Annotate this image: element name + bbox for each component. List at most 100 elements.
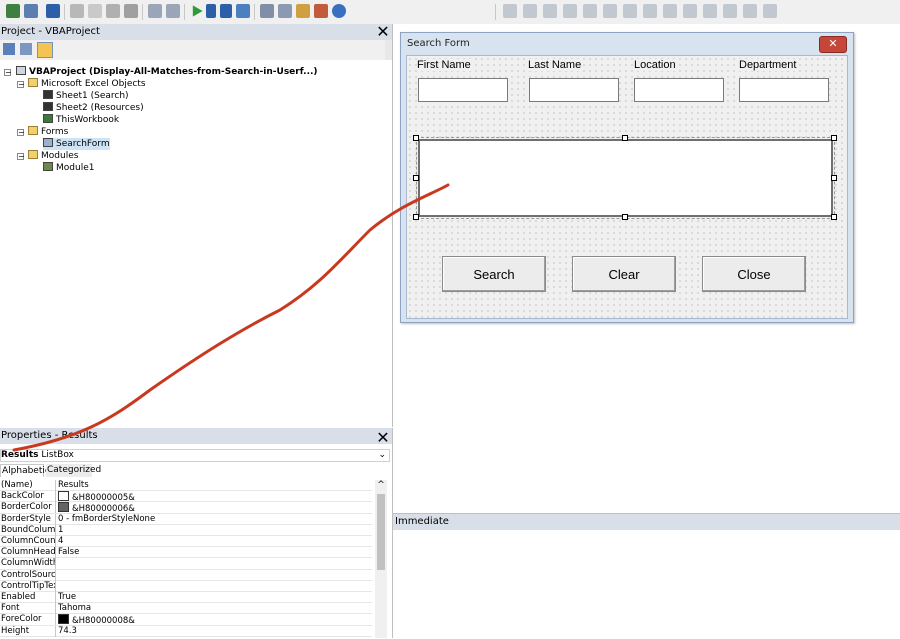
resize-handle[interactable] <box>831 135 837 141</box>
property-row[interactable]: (Name) Results <box>0 480 372 492</box>
property-value-text: 1 <box>58 524 64 535</box>
edit-toolbar-icon[interactable] <box>543 4 557 18</box>
properties-window-icon[interactable] <box>278 4 292 18</box>
property-value[interactable]: 74.3 <box>58 626 77 637</box>
tab-alphabetic[interactable]: Alphabetic <box>0 464 50 477</box>
edit-toolbar-icon[interactable] <box>523 4 537 18</box>
property-row[interactable]: BorderColor &H80000006& <box>0 502 372 514</box>
property-row[interactable]: ControlTipText <box>0 580 372 592</box>
view-excel-icon[interactable] <box>6 4 20 18</box>
edit-toolbar-icon[interactable] <box>503 4 517 18</box>
collapse-icon[interactable]: − <box>17 81 25 89</box>
property-value[interactable]: 1 <box>58 525 63 536</box>
property-row[interactable]: ControlSource <box>0 569 372 581</box>
view-object-icon[interactable] <box>20 43 32 55</box>
property-row[interactable]: ForeColor &H80000008& <box>0 614 372 626</box>
find-icon[interactable] <box>124 4 138 18</box>
property-row[interactable]: Enabled True <box>0 592 372 604</box>
paste-icon[interactable] <box>106 4 120 18</box>
tree-item-searchform[interactable]: SearchForm <box>43 138 110 150</box>
property-row[interactable]: ColumnCount 4 <box>0 536 372 548</box>
scrollbar[interactable]: ^ <box>375 480 387 638</box>
tree-item-thisworkbook[interactable]: ThisWorkbook <box>43 114 119 126</box>
tree-item-excel-objects[interactable]: Microsoft Excel Objects <box>28 78 146 90</box>
location-field[interactable] <box>634 78 724 102</box>
scrollbar-thumb[interactable] <box>377 494 385 570</box>
edit-toolbar-icon[interactable] <box>563 4 577 18</box>
tab-categorized[interactable]: Categorized <box>46 464 101 477</box>
cut-icon[interactable] <box>70 4 84 18</box>
property-row[interactable]: ColumnHeads False <box>0 547 372 559</box>
property-value[interactable]: Results <box>58 480 89 491</box>
property-row[interactable]: BackColor &H80000005& <box>0 491 372 503</box>
close-icon[interactable]: ✕ <box>376 24 390 40</box>
run-icon[interactable] <box>192 5 203 17</box>
outdent-icon[interactable] <box>623 4 637 18</box>
property-row[interactable]: BoundColumn 1 <box>0 524 372 536</box>
object-browser-icon[interactable] <box>296 4 310 18</box>
last-name-field[interactable] <box>529 78 619 102</box>
break-icon[interactable] <box>206 4 216 18</box>
property-value[interactable]: 4 <box>58 536 63 547</box>
reset-icon[interactable] <box>220 4 232 18</box>
property-row[interactable]: Height 74.3 <box>0 625 372 637</box>
edit-toolbar-icon[interactable] <box>583 4 597 18</box>
search-button[interactable]: Search <box>442 256 546 292</box>
tree-item-modules[interactable]: Modules <box>28 150 78 162</box>
insert-userform-icon[interactable] <box>24 4 38 18</box>
view-code-icon[interactable] <box>3 43 15 55</box>
property-row[interactable]: BorderStyle 0 - fmBorderStyleNone <box>0 513 372 525</box>
clear-bookmarks-icon[interactable] <box>763 4 777 18</box>
resize-handle[interactable] <box>622 135 628 141</box>
form-close-icon[interactable]: ✕ <box>819 36 847 53</box>
results-listbox[interactable] <box>416 137 835 219</box>
tree-item-sheet2[interactable]: Sheet2 (Resources) <box>43 102 144 114</box>
bookmark-icon[interactable] <box>703 4 717 18</box>
tree-item-sheet1[interactable]: Sheet1 (Search) <box>43 90 129 102</box>
clear-button[interactable]: Clear <box>572 256 676 292</box>
redo-icon[interactable] <box>166 4 180 18</box>
indent-icon[interactable] <box>603 4 617 18</box>
previous-bookmark-icon[interactable] <box>743 4 757 18</box>
toggle-breakpoint-icon[interactable] <box>643 4 657 18</box>
object-selector[interactable]: Results ListBox ⌄ <box>0 449 390 462</box>
close-icon[interactable]: ✕ <box>376 430 390 446</box>
design-mode-icon[interactable] <box>236 4 250 18</box>
toolbox-icon[interactable] <box>314 4 328 18</box>
copy-icon[interactable] <box>88 4 102 18</box>
collapse-icon[interactable]: − <box>17 153 25 161</box>
tree-item-forms[interactable]: Forms <box>28 126 68 138</box>
resize-handle[interactable] <box>413 175 419 181</box>
uncomment-block-icon[interactable] <box>683 4 697 18</box>
save-icon[interactable] <box>46 4 60 18</box>
property-value[interactable]: Tahoma <box>58 603 91 614</box>
property-row[interactable]: Font Tahoma <box>0 603 372 615</box>
scroll-up-icon[interactable]: ^ <box>375 480 387 492</box>
collapse-icon[interactable]: − <box>4 69 12 77</box>
department-field[interactable] <box>739 78 829 102</box>
resize-handle[interactable] <box>413 135 419 141</box>
help-icon[interactable] <box>332 4 346 18</box>
undo-icon[interactable] <box>148 4 162 18</box>
project-explorer-icon[interactable] <box>260 4 274 18</box>
toggle-folders-icon[interactable] <box>37 42 53 58</box>
property-value[interactable]: False <box>58 547 79 558</box>
immediate-window[interactable]: Immediate <box>393 513 900 639</box>
close-button[interactable]: Close <box>702 256 806 292</box>
collapse-icon[interactable]: − <box>17 129 25 137</box>
property-row[interactable]: ColumnWidths <box>0 558 372 570</box>
resize-handle[interactable] <box>831 214 837 220</box>
next-bookmark-icon[interactable] <box>723 4 737 18</box>
tree-item-project[interactable]: VBAProject (Display-All-Matches-from-Sea… <box>16 66 318 78</box>
resize-handle[interactable] <box>831 175 837 181</box>
resize-handle[interactable] <box>622 214 628 220</box>
resize-handle[interactable] <box>413 214 419 220</box>
first-name-field[interactable] <box>418 78 508 102</box>
property-value[interactable]: True <box>58 592 76 603</box>
comment-block-icon[interactable] <box>663 4 677 18</box>
property-value[interactable]: 0 - fmBorderStyleNone <box>58 514 155 525</box>
property-name: BoundColumn <box>1 524 56 536</box>
tree-item-module1[interactable]: Module1 <box>43 162 94 174</box>
toolbar-separator <box>254 4 255 20</box>
scrollbar[interactable] <box>385 40 392 60</box>
